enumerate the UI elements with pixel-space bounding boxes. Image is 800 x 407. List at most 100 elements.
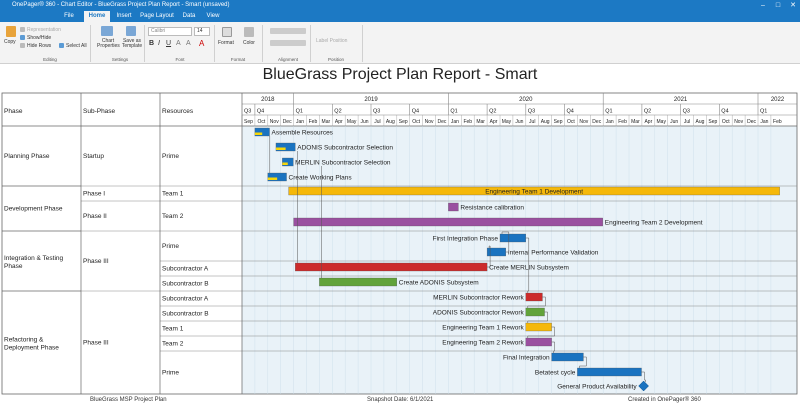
month-label: Jul	[684, 119, 690, 125]
month-label: Oct	[412, 119, 420, 125]
task-bar[interactable]	[319, 277, 397, 287]
month-label: Mar	[322, 119, 331, 125]
month-label: Apr	[335, 119, 343, 125]
month-label: Mar	[476, 119, 485, 125]
task-label: Betatest cycle	[535, 370, 576, 377]
task-label: Final Integration	[503, 355, 550, 362]
footer: BlueGrass MSP Project Plan Snapshot Date…	[0, 396, 800, 407]
resource-label: Subcontractor B	[162, 281, 209, 288]
month-label: Aug	[695, 119, 704, 125]
task-bar[interactable]	[525, 337, 552, 347]
month-label: Feb	[618, 119, 627, 125]
quarter-label: Q3	[373, 109, 380, 115]
resource-label: Team 2	[162, 213, 184, 220]
month-label: Feb	[773, 119, 782, 125]
resource-label: Team 1	[162, 326, 184, 333]
task-bar[interactable]	[295, 262, 488, 272]
footer-right: Created in OnePager® 360	[628, 397, 701, 403]
month-label: Dec	[747, 119, 756, 125]
phase-label: Integration & Testing	[4, 255, 64, 262]
resource-label: Prime	[162, 153, 179, 160]
quarter-label: Q2	[334, 109, 341, 115]
task-label: ADONIS Subcontractor Selection	[297, 145, 393, 152]
month-label: Dec	[437, 119, 446, 125]
task-progress-bar	[254, 132, 263, 135]
task-progress-bar	[282, 162, 288, 165]
month-label: Feb	[309, 119, 318, 125]
month-label: Jul	[374, 119, 380, 125]
header-phase: Phase	[4, 108, 23, 115]
subphase-label: Phase II	[83, 213, 107, 220]
quarter-label: Q2	[644, 109, 651, 115]
task-label: MERLIN Subcontractor Rework	[433, 295, 524, 302]
month-label: Jan	[451, 119, 459, 125]
quarter-label: Q1	[605, 109, 612, 115]
task-bar[interactable]	[525, 292, 543, 302]
month-label: Nov	[579, 119, 588, 125]
month-label: Oct	[567, 119, 575, 125]
task-label: Engineering Team 2 Development	[605, 220, 703, 227]
task-label: Engineering Team 1 Development	[485, 189, 583, 196]
month-label: Apr	[490, 119, 498, 125]
month-label: Sep	[708, 119, 717, 125]
month-label: Oct	[722, 119, 730, 125]
month-label: Mar	[631, 119, 640, 125]
quarter-label: Q3	[683, 109, 690, 115]
month-label: Jun	[361, 119, 369, 125]
month-label: May	[502, 119, 512, 125]
quarter-label: Q4	[721, 109, 728, 115]
resource-label: Prime	[162, 370, 179, 377]
quarter-label: Q3	[244, 109, 251, 115]
subphase-label: Phase III	[83, 340, 109, 347]
task-label: ADONIS Subcontractor Rework	[433, 310, 525, 317]
task-progress-bar	[275, 147, 286, 150]
task-bar[interactable]	[525, 307, 545, 317]
task-label: Engineering Team 1 Rework	[442, 325, 524, 332]
subphase-label: Phase I	[83, 191, 105, 198]
phase-label: Deployment Phase	[4, 345, 59, 352]
task-label: Create Working Plans	[289, 175, 353, 182]
task-label: Engineering Team 2 Rework	[442, 340, 524, 347]
footer-left: BlueGrass MSP Project Plan	[90, 397, 167, 403]
month-label: Jun	[515, 119, 523, 125]
month-label: Sep	[399, 119, 408, 125]
resource-label: Subcontractor B	[162, 311, 209, 318]
month-label: Dec	[592, 119, 601, 125]
year-label: 2022	[771, 97, 785, 103]
quarter-label: Q4	[257, 109, 264, 115]
month-label: Nov	[270, 119, 279, 125]
gantt-chart[interactable]: Phase Sub-Phase Resources 2018 2019 2020 2021 2…	[0, 0, 800, 407]
subphase-label: Phase III	[83, 258, 109, 265]
month-label: Sep	[554, 119, 563, 125]
task-label: Resistance calibration	[460, 205, 524, 212]
year-label: 2021	[674, 97, 688, 103]
phase-label: Phase	[4, 263, 23, 270]
task-bar[interactable]	[577, 367, 642, 377]
task-bar[interactable]	[551, 352, 584, 362]
month-label: Jan	[760, 119, 768, 125]
year-label: 2018	[261, 97, 275, 103]
task-bar[interactable]	[448, 202, 459, 212]
month-label: Jan	[606, 119, 614, 125]
month-label: Sep	[244, 119, 253, 125]
year-label: 2019	[364, 97, 378, 103]
month-label: Jan	[296, 119, 304, 125]
quarter-label: Q2	[489, 109, 496, 115]
month-label: May	[657, 119, 667, 125]
quarter-label: Q1	[760, 109, 767, 115]
task-bar[interactable]	[293, 217, 603, 227]
month-label: Nov	[425, 119, 434, 125]
phase-label: Planning Phase	[4, 153, 50, 160]
task-bar[interactable]	[525, 322, 552, 332]
month-label: Apr	[644, 119, 652, 125]
month-label: Jul	[529, 119, 535, 125]
task-label: General Product Availability	[557, 384, 637, 391]
resource-label: Prime	[162, 243, 179, 250]
quarter-label: Q1	[450, 109, 457, 115]
task-label: Create ADONIS Subsystem	[399, 280, 479, 287]
month-label: Feb	[463, 119, 472, 125]
task-label: Assemble Resources	[272, 130, 334, 137]
quarter-label: Q3	[528, 109, 535, 115]
resource-label: Subcontractor A	[162, 266, 209, 273]
task-bar[interactable]	[499, 233, 526, 243]
